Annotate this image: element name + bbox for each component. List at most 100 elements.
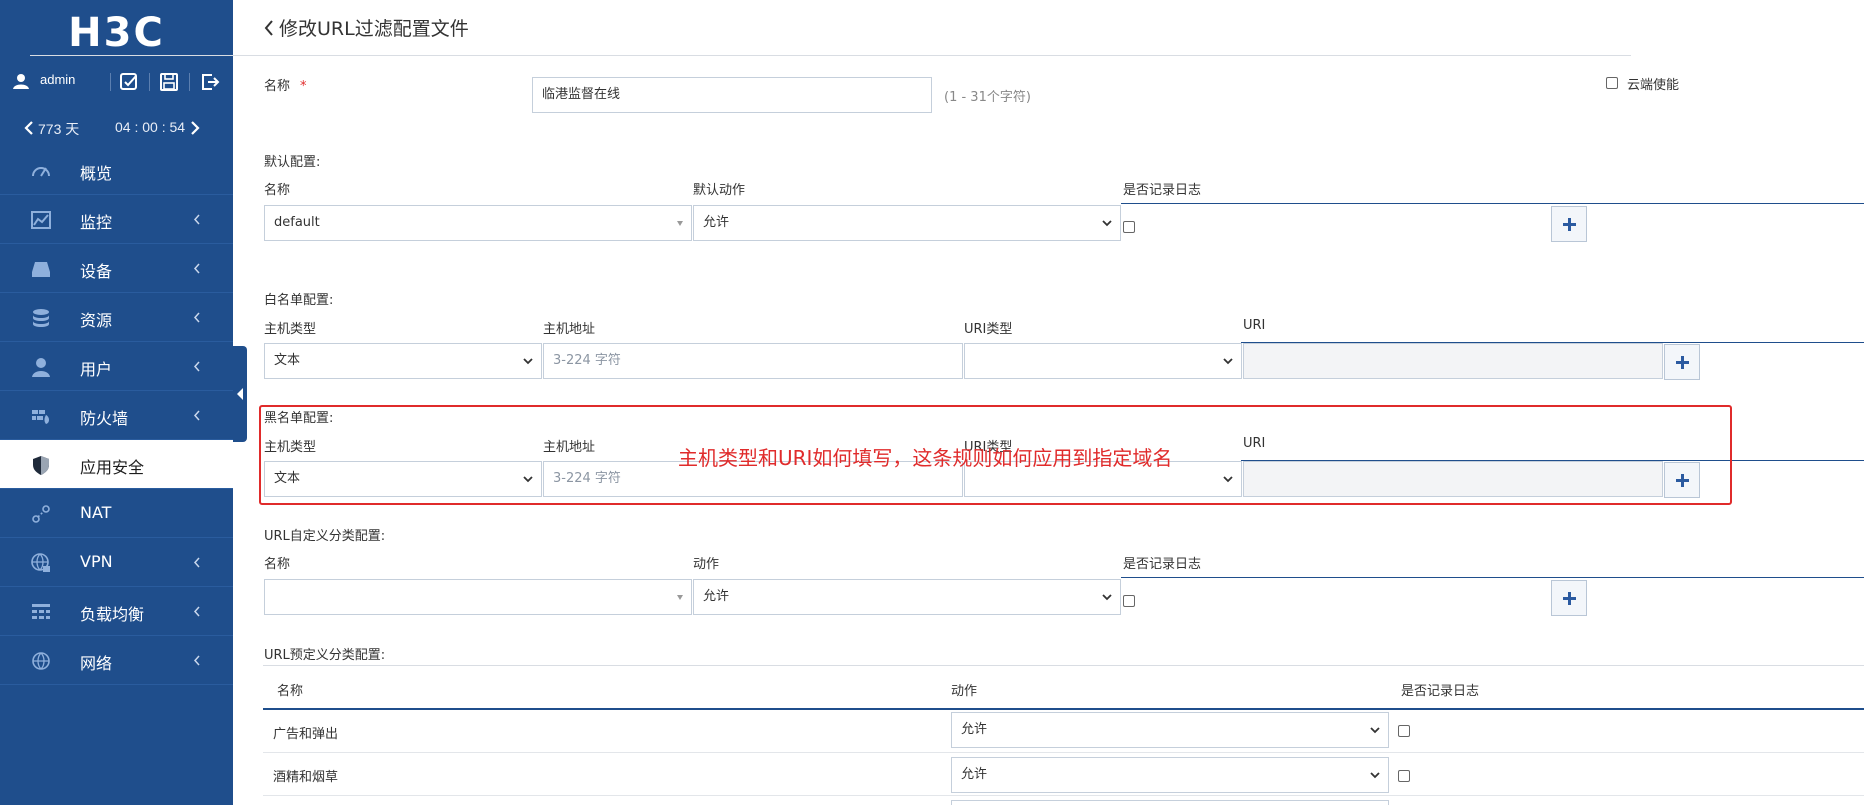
header-divider — [30, 55, 1631, 56]
user-icon — [32, 358, 50, 377]
default-col-log: 是否记录日志 — [1123, 183, 1202, 198]
chevron-left-icon — [193, 263, 200, 274]
default-add-button[interactable] — [1551, 206, 1587, 242]
chevron-left-icon — [193, 214, 200, 225]
default-config-section-label: 默认配置: — [264, 155, 321, 170]
sidebar-item-label: 概览 — [80, 164, 113, 183]
uptime-display: 773 天 04 : 00 : 54 — [0, 116, 233, 142]
main-content: 修改URL过滤配置文件 — [233, 0, 1864, 805]
predefined-row-action-select[interactable]: 允许 — [951, 757, 1389, 793]
sidebar-item-label: 负载均衡 — [80, 605, 145, 624]
chevron-down-icon — [1223, 358, 1233, 365]
default-col-name: 名称 — [264, 183, 291, 198]
nat-icon — [32, 505, 50, 523]
monitor-chart-icon — [31, 211, 51, 229]
whitelist-uri-input[interactable] — [1243, 343, 1663, 379]
whitelist-add-button[interactable] — [1664, 344, 1700, 380]
custom-col-log: 是否记录日志 — [1123, 557, 1202, 572]
whitelist-col-uri: URI — [1243, 318, 1266, 333]
chevron-left-icon — [193, 606, 200, 617]
username: admin — [40, 72, 76, 87]
predefined-col-log: 是否记录日志 — [1401, 684, 1480, 699]
device-icon — [32, 262, 50, 277]
user-bar: admin — [0, 62, 233, 102]
sidebar-item-app-security[interactable]: 应用安全 — [0, 440, 233, 489]
custom-add-button[interactable] — [1551, 580, 1587, 616]
whitelist-host-type-select[interactable]: 文本 — [264, 343, 542, 379]
sidebar-item-monitor[interactable]: 监控 — [0, 195, 233, 244]
predefined-row-log-checkbox[interactable] — [1398, 770, 1410, 782]
sidebar-item-user[interactable]: 用户 — [0, 342, 233, 391]
name-length-hint: (1 - 31个字符) — [944, 90, 1031, 105]
default-action-value: 允许 — [703, 215, 730, 230]
custom-header-line — [1121, 577, 1864, 578]
predefined-row-action-value: 允许 — [961, 767, 988, 782]
name-label: 名称 * — [264, 75, 307, 94]
predefined-col-name: 名称 — [277, 684, 304, 699]
sidebar-item-label: NAT — [80, 503, 112, 522]
default-col-action: 默认动作 — [693, 183, 746, 198]
default-name-value: default — [274, 215, 320, 230]
predefined-row-name: 广告和弹出 — [273, 727, 339, 742]
sidebar-item-label: VPN — [80, 552, 113, 571]
cloud-enable-label: 云端使能 — [1627, 78, 1680, 93]
chevron-left-icon[interactable] — [24, 120, 34, 136]
predefined-row-action-select[interactable]: 允许 — [951, 712, 1389, 748]
predefined-top-line — [263, 665, 1864, 666]
custom-log-checkbox[interactable] — [1123, 595, 1135, 607]
page-title: 修改URL过滤配置文件 — [279, 18, 469, 40]
sidebar-item-label: 网络 — [80, 654, 113, 673]
firewall-icon — [32, 410, 49, 424]
save-config-check-icon[interactable] — [118, 71, 140, 93]
custom-action-value: 允许 — [703, 589, 730, 604]
custom-action-select[interactable]: 允许 — [693, 579, 1121, 615]
custom-category-section-label: URL自定义分类配置: — [264, 529, 386, 544]
whitelist-section-label: 白名单配置: — [264, 293, 334, 308]
logout-icon[interactable] — [199, 71, 221, 93]
sidebar-item-resource[interactable]: 资源 — [0, 293, 233, 342]
sidebar: H3C admin 773 天 04 : 00 : 54 概览 监控 设备 资源… — [0, 0, 233, 805]
sidebar-item-device[interactable]: 设备 — [0, 244, 233, 293]
sidebar-item-firewall[interactable]: 防火墙 — [0, 391, 233, 440]
chevron-left-icon — [193, 312, 200, 323]
predefined-row-name: 酒精和烟草 — [273, 770, 339, 785]
shield-icon — [33, 456, 49, 475]
sidebar-item-vpn[interactable]: VPN — [0, 538, 233, 587]
whitelist-uri-type-select[interactable] — [964, 343, 1242, 379]
default-name-select[interactable]: default — [264, 205, 692, 241]
predefined-row-log-checkbox[interactable] — [1398, 725, 1410, 737]
sidebar-item-label: 设备 — [80, 262, 113, 281]
custom-name-select[interactable] — [264, 579, 692, 615]
required-mark: * — [300, 79, 307, 94]
sidebar-item-label: 资源 — [80, 311, 113, 330]
chevron-down-icon — [1370, 727, 1380, 734]
load-balance-icon — [32, 604, 50, 619]
sidebar-item-label: 应用安全 — [80, 458, 145, 477]
sidebar-item-nat[interactable]: NAT — [0, 489, 233, 538]
predefined-category-section-label: URL预定义分类配置: — [264, 648, 386, 663]
sidebar-nav: 概览 监控 设备 资源 用户 防火墙 应用安全 NAT VPN 负载均衡 网络 — [0, 146, 233, 685]
gauge-icon — [32, 167, 50, 177]
uptime-days: 773 天 — [38, 121, 80, 137]
predefined-next-row-select[interactable] — [951, 800, 1389, 805]
save-icon[interactable] — [158, 71, 180, 93]
sidebar-item-overview[interactable]: 概览 — [0, 146, 233, 195]
chevron-right-icon[interactable] — [190, 120, 200, 136]
back-chevron-icon[interactable] — [263, 18, 275, 38]
default-header-line — [1121, 203, 1864, 204]
chevron-left-icon — [193, 410, 200, 421]
globe-icon — [32, 652, 50, 670]
predefined-col-action: 动作 — [951, 684, 978, 699]
sidebar-item-label: 用户 — [80, 360, 113, 379]
sidebar-item-load-balance[interactable]: 负载均衡 — [0, 587, 233, 636]
cloud-enable-checkbox[interactable] — [1606, 77, 1618, 89]
uptime-clock: 04 : 00 : 54 — [115, 119, 186, 135]
chevron-down-icon — [1370, 772, 1380, 779]
default-log-checkbox[interactable] — [1123, 221, 1135, 233]
default-action-select[interactable]: 允许 — [693, 205, 1121, 241]
chevron-down-icon — [1102, 594, 1112, 601]
whitelist-host-addr-input[interactable]: 3-224 字符 — [543, 343, 963, 379]
sidebar-item-network[interactable]: 网络 — [0, 636, 233, 685]
row-divider — [263, 752, 1864, 753]
profile-name-input[interactable]: 临港监督在线 — [532, 77, 932, 113]
